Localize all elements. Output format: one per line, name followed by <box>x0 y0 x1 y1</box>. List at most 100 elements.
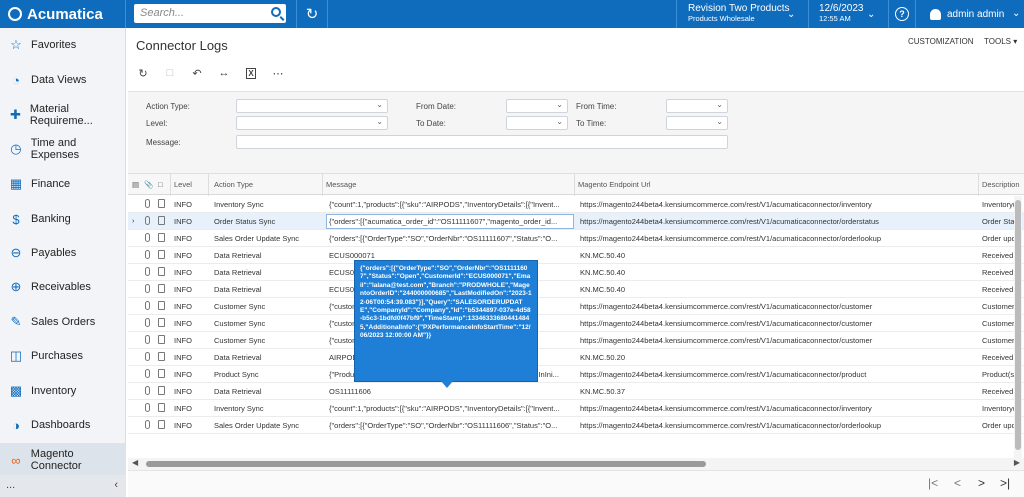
note-icon[interactable] <box>158 250 165 259</box>
note-icon[interactable] <box>158 301 165 310</box>
attachment-icon[interactable] <box>145 267 150 276</box>
level-select[interactable]: ⌄ <box>236 116 388 130</box>
sidebar-item-finance[interactable]: ▦ Finance <box>0 167 126 201</box>
table-row[interactable]: INFOCustomer Sync{"customers":[{"Custome… <box>128 298 1024 315</box>
attachment-icon[interactable] <box>145 233 150 242</box>
table-row[interactable]: INFOProduct Sync{"Products":[{"Inventory… <box>128 366 1024 383</box>
sidebar-item-magento-connector[interactable]: ∞ Magento Connector <box>0 443 126 477</box>
cell-message[interactable]: OS11111606 <box>329 387 571 396</box>
sidebar-item-dashboards[interactable]: ◑ Dashboards <box>0 408 126 442</box>
attachment-icon[interactable] <box>145 335 150 344</box>
scroll-right-icon[interactable]: ▶ <box>1014 458 1020 467</box>
col-level[interactable]: Level <box>174 180 192 189</box>
more-actions-button[interactable]: ⋯ <box>267 64 289 82</box>
from-date-input[interactable]: ⌄ <box>506 99 568 113</box>
cell-message[interactable]: {"count":1,"products":[{"sku":"AIRPODS",… <box>329 200 571 209</box>
tools-menu[interactable]: TOOLS ▾ <box>984 37 1017 46</box>
note-icon[interactable] <box>158 420 165 429</box>
sidebar-item-time-expenses[interactable]: ◷ Time and Expenses <box>0 132 126 166</box>
to-time-input[interactable]: ⌄ <box>666 116 728 130</box>
table-row[interactable]: INFO Data Retrieval OS11111606 KN.MC.50.37 R… <box>128 383 1024 400</box>
attachment-icon[interactable] <box>145 386 150 395</box>
attachment-icon[interactable] <box>145 216 150 225</box>
sidebar-item-payables[interactable]: ⊖ Payables <box>0 236 126 270</box>
prev-page-button[interactable]: < <box>954 476 961 490</box>
table-row[interactable]: INFO Data Retrieval AIRPODS KN.MC.50.20 Rece… <box>128 349 1024 366</box>
attachment-icon[interactable] <box>145 403 150 412</box>
user-menu[interactable]: admin admin ⌄ <box>918 0 1024 28</box>
cell-message[interactable]: {"orders":[{"OrderType":"SO","OrderNbr":… <box>329 234 571 243</box>
note-icon[interactable] <box>158 352 165 361</box>
attachment-icon[interactable] <box>145 301 150 310</box>
first-page-button[interactable]: |< <box>928 476 938 490</box>
sidebar-item-favorites[interactable]: ☆ Favorites <box>0 28 126 62</box>
attachment-icon[interactable] <box>145 318 150 327</box>
col-action-type[interactable]: Action Type <box>214 180 253 189</box>
cell-message[interactable]: ECUS000071 <box>329 251 571 260</box>
scroll-left-icon[interactable]: ◀ <box>132 458 138 467</box>
table-row[interactable]: INFO Inventory Sync {"count":1,"products":… <box>128 400 1024 417</box>
save-button[interactable]: □ <box>159 64 181 82</box>
row-select-icon[interactable]: ▤ <box>132 180 139 189</box>
fit-columns-button[interactable]: ↔ <box>213 64 235 82</box>
from-time-input[interactable]: ⌄ <box>666 99 728 113</box>
last-page-button[interactable]: >| <box>1000 476 1010 490</box>
chevron-left-icon[interactable]: ‹ <box>114 475 118 495</box>
note-icon[interactable] <box>158 233 165 242</box>
customization-menu[interactable]: CUSTOMIZATION <box>908 37 973 46</box>
scrollbar-thumb[interactable] <box>1015 200 1021 450</box>
undo-button[interactable]: ↶ <box>186 64 208 82</box>
sidebar-item-sales-orders[interactable]: ✎ Sales Orders <box>0 305 126 339</box>
to-date-input[interactable]: ⌄ <box>506 116 568 130</box>
table-row[interactable]: INFOCustomer Sync{"customers":[{"Custome… <box>128 315 1024 332</box>
note-icon[interactable] <box>158 386 165 395</box>
note-icon[interactable] <box>158 216 165 225</box>
cell-message[interactable]: {"orders":[{"acumatica_order_id":"OS1111… <box>329 217 571 226</box>
help-button[interactable]: ? <box>888 0 916 28</box>
note-icon[interactable] <box>158 267 165 276</box>
search-icon[interactable] <box>271 7 281 17</box>
table-row[interactable]: INFO Data Retrieval ECUS000071 KN.MC.50.40 R… <box>128 264 1024 281</box>
message-input[interactable] <box>236 135 728 149</box>
cell-message[interactable]: {"orders":[{"OrderType":"SO","OrderNbr":… <box>329 421 571 430</box>
note-icon[interactable] <box>158 335 165 344</box>
table-row[interactable]: INFO Sales Order Update Sync {"orders":[{"… <box>128 417 1024 434</box>
attachment-icon[interactable] <box>145 250 150 259</box>
note-icon[interactable] <box>158 318 165 327</box>
refresh-button[interactable]: ↻ <box>132 64 154 82</box>
note-icon[interactable] <box>158 199 165 208</box>
table-row[interactable]: › INFO Order Status Sync {"orders":[{"acuma… <box>128 213 1024 230</box>
attachment-icon[interactable] <box>145 199 150 208</box>
note-icon[interactable] <box>158 403 165 412</box>
acumatica-logo[interactable]: Acumatica <box>0 0 126 28</box>
table-row[interactable]: INFO Data Retrieval ECUS000071 KN.MC.50.40 R… <box>128 247 1024 264</box>
sidebar-item-inventory[interactable]: ▩ Inventory <box>0 374 126 408</box>
table-row[interactable]: INFO Inventory Sync {"count":1,"products":… <box>128 196 1024 213</box>
history-button[interactable]: ↻ <box>296 0 328 28</box>
attachment-icon[interactable] <box>145 284 150 293</box>
sidebar-item-material-requirements[interactable]: ✚ Material Requireme... <box>0 98 126 132</box>
search-input[interactable]: Search... <box>134 4 286 23</box>
next-page-button[interactable]: > <box>978 476 985 490</box>
attachment-icon[interactable] <box>145 352 150 361</box>
table-row[interactable]: INFO Sales Order Update Sync {"orders":[{"… <box>128 230 1024 247</box>
note-icon[interactable] <box>158 284 165 293</box>
attachment-icon[interactable] <box>145 420 150 429</box>
cell-message[interactable]: {"count":1,"products":[{"sku":"AIRPODS",… <box>329 404 571 413</box>
note-icon[interactable] <box>158 369 165 378</box>
col-description[interactable]: Description <box>982 180 1020 189</box>
sidebar-collapse[interactable]: ... ‹ <box>0 475 126 497</box>
date-selector[interactable]: 12/6/2023 12:55 AM ⌄ <box>808 0 886 28</box>
sidebar-item-receivables[interactable]: ⊕ Receivables <box>0 270 126 304</box>
sidebar-item-purchases[interactable]: ◫ Purchases <box>0 339 126 373</box>
attachment-icon[interactable] <box>145 369 150 378</box>
scrollbar-thumb[interactable] <box>146 461 706 467</box>
table-row[interactable]: INFO Data Retrieval ECUS000071 KN.MC.50.40 R… <box>128 281 1024 298</box>
grid-horizontal-scrollbar[interactable]: ◀ ▶ <box>128 458 1024 470</box>
grid-vertical-scrollbar[interactable] <box>1014 196 1022 458</box>
company-selector[interactable]: Revision Two Products Products Wholesale… <box>676 0 806 28</box>
export-excel-button[interactable]: X <box>240 64 262 82</box>
table-row[interactable]: INFOCustomer Sync{"customers":[{"Custome… <box>128 332 1024 349</box>
col-message[interactable]: Message <box>326 180 356 189</box>
sidebar-item-banking[interactable]: $ Banking <box>0 202 126 236</box>
